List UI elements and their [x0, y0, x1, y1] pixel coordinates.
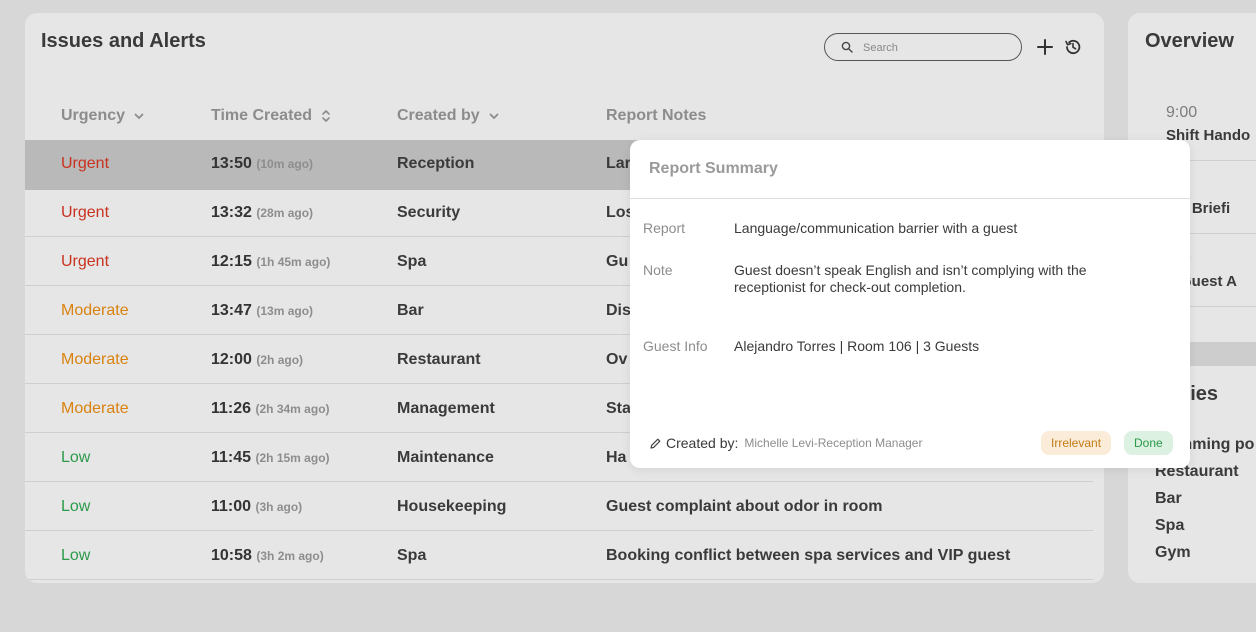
column-header-urgency-label: Urgency	[61, 107, 126, 124]
column-header-time-created[interactable]: Time Created	[211, 107, 332, 125]
created-by-name: Michelle Levi-Reception Manager	[744, 436, 923, 450]
done-button[interactable]: Done	[1124, 431, 1173, 455]
urgency-cell: Low	[61, 449, 91, 466]
sort-icon	[322, 110, 330, 122]
time-cell: 13:50 (10m ago)	[211, 140, 313, 188]
created-by-cell: Management	[397, 400, 495, 417]
report-notes-cell: Ov	[606, 351, 628, 368]
irrelevant-button[interactable]: Irrelevant	[1041, 431, 1112, 455]
created-by-cell: Bar	[397, 302, 424, 319]
urgency-cell: Low	[61, 498, 91, 515]
time-value: 11:26	[211, 400, 252, 417]
time-value: 12:00	[211, 351, 252, 368]
history-icon[interactable]	[1062, 36, 1084, 58]
time-ago: (2h 15m ago)	[255, 451, 330, 465]
page-title: Issues and Alerts	[41, 30, 206, 52]
created-by-cell: Security	[397, 204, 461, 221]
created-by-cell: Spa	[397, 253, 427, 270]
urgency-cell: Urgent	[61, 204, 110, 221]
facility-item[interactable]: Spa	[1155, 517, 1184, 535]
column-header-created-by[interactable]: Created by	[397, 107, 500, 125]
created-by-cell: Maintenance	[397, 449, 494, 466]
chevron-down-icon	[489, 113, 499, 119]
table-row[interactable]: Low 10:58 (3h 2m ago) Spa Booking conflict …	[25, 532, 1093, 580]
time-value: 13:50	[211, 155, 252, 172]
time-ago: (10m ago)	[256, 157, 314, 171]
overview-title: Overview	[1145, 30, 1234, 52]
urgency-cell: Low	[61, 547, 91, 564]
time-ago: (2h ago)	[256, 353, 304, 367]
facility-item[interactable]: Gym	[1155, 544, 1191, 562]
time-cell: 11:45 (2h 15m ago)	[211, 434, 330, 482]
overview-item-time: 9:00	[1166, 104, 1198, 121]
report-summary-modal: Report Summary Report Language/communica…	[630, 140, 1190, 468]
time-cell: 13:32 (28m ago)	[211, 189, 313, 237]
column-header-created-by-label: Created by	[397, 107, 480, 124]
guest-info-value: Alejandro Torres | Room 106 | 3 Guests	[734, 338, 980, 354]
time-ago: (28m ago)	[256, 206, 314, 220]
time-cell: 12:00 (2h ago)	[211, 336, 303, 384]
report-notes-cell: Sta	[606, 400, 631, 417]
urgency-cell: Moderate	[61, 302, 129, 319]
report-notes-cell: Lar	[606, 155, 631, 172]
column-header-report-notes: Report Notes	[606, 107, 706, 125]
time-ago: (3h 2m ago)	[256, 549, 324, 563]
time-ago: (3h ago)	[255, 500, 303, 514]
created-by-label: Created by:	[666, 435, 739, 451]
search-input[interactable]	[861, 39, 1015, 57]
time-value: 11:00	[211, 498, 252, 515]
time-cell: 13:47 (13m ago)	[211, 287, 313, 335]
column-header-time-label: Time Created	[211, 107, 313, 124]
time-value: 10:58	[211, 547, 252, 564]
created-by-cell: Reception	[397, 155, 475, 172]
urgency-cell: Urgent	[61, 155, 110, 172]
time-value: 12:15	[211, 253, 252, 270]
plus-icon[interactable]	[1034, 36, 1056, 58]
time-value: 11:45	[211, 449, 252, 466]
report-notes-cell: Booking conflict between spa services an…	[606, 547, 1011, 564]
divider	[630, 198, 1190, 199]
chevron-down-icon	[134, 113, 144, 119]
table-row[interactable]: Low 11:00 (3h ago) Housekeeping Guest compl…	[25, 483, 1093, 531]
time-value: 13:47	[211, 302, 252, 319]
search-icon	[841, 41, 853, 53]
note-label: Note	[643, 262, 673, 278]
created-by-cell: Spa	[397, 547, 427, 564]
time-cell: 12:15 (1h 45m ago)	[211, 238, 330, 286]
report-notes-cell: Dis	[606, 302, 631, 319]
column-header-urgency[interactable]: Urgency	[61, 107, 145, 125]
time-ago: (13m ago)	[256, 304, 314, 318]
urgency-cell: Moderate	[61, 400, 129, 417]
report-notes-cell: Gu	[606, 253, 629, 270]
time-cell: 11:00 (3h ago)	[211, 483, 302, 531]
guest-info-label: Guest Info	[643, 338, 708, 354]
time-ago: (1h 45m ago)	[256, 255, 331, 269]
report-notes-cell: Guest complaint about odor in room	[606, 498, 883, 515]
column-header-notes-label: Report Notes	[606, 107, 707, 124]
report-value: Language/communication barrier with a gu…	[734, 220, 1018, 236]
note-value: Guest doesn’t speak English and isn’t co…	[734, 262, 1087, 295]
time-ago: (2h 34m ago)	[255, 402, 330, 416]
created-by: Created by: Michelle Levi-Reception Mana…	[649, 435, 922, 451]
report-notes-cell: Ha	[606, 449, 627, 466]
urgency-cell: Moderate	[61, 351, 129, 368]
time-cell: 10:58 (3h 2m ago)	[211, 532, 324, 580]
modal-title: Report Summary	[649, 160, 778, 177]
search-box[interactable]	[824, 33, 1022, 61]
time-cell: 11:26 (2h 34m ago)	[211, 385, 330, 433]
urgency-cell: Urgent	[61, 253, 110, 270]
created-by-cell: Restaurant	[397, 351, 481, 368]
pencil-icon[interactable]	[649, 437, 662, 450]
time-value: 13:32	[211, 204, 252, 221]
report-label: Report	[643, 220, 686, 236]
facility-item[interactable]: Bar	[1155, 490, 1182, 508]
created-by-cell: Housekeeping	[397, 498, 507, 515]
